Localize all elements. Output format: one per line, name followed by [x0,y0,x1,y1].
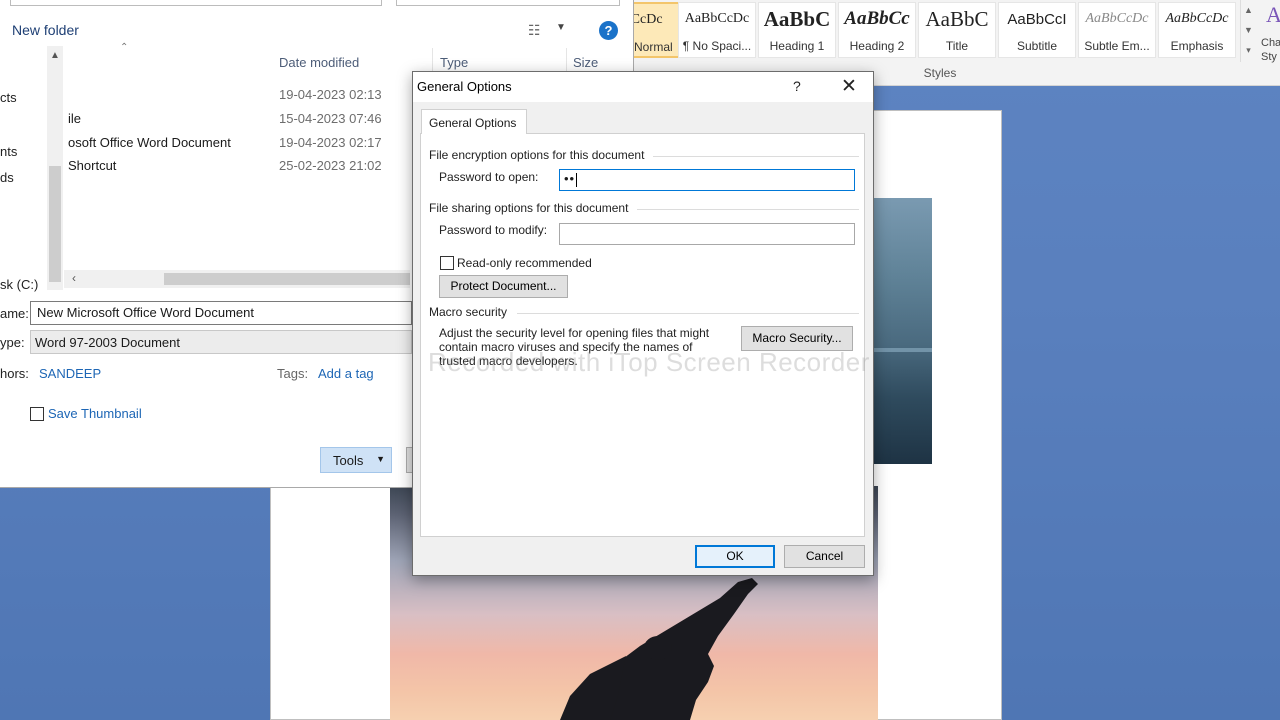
style-heading-2[interactable]: AaBbCc Heading 2 [838,2,916,58]
dialog-title: General Options [417,79,512,94]
chevron-down-icon[interactable]: ▼ [556,22,566,33]
style-title[interactable]: AaBbC Title [918,2,996,58]
column-type[interactable]: Type [440,55,468,70]
tab-general-options[interactable]: General Options [421,109,527,134]
group-divider [517,313,859,314]
password-modify-label: Password to modify: [439,223,548,237]
file-name: Shortcut [68,158,117,173]
nav-item-local-disk[interactable]: sk (C:) [0,277,38,292]
tags-label: Tags: [277,366,309,381]
file-name: osoft Office Word Document [68,135,231,150]
file-date: 19-04-2023 02:13 [279,87,382,102]
scrollbar-thumb[interactable] [164,273,410,285]
change-styles-button[interactable]: Cha Sty [1261,36,1280,102]
password-open-value: •• [564,171,576,186]
sharing-group-title: File sharing options for this document [429,201,629,215]
chevron-up-icon[interactable]: ▲ [1241,0,1256,20]
cancel-button[interactable]: Cancel [784,545,865,568]
change-styles-icon[interactable]: A [1266,2,1280,28]
authors-label: hors: [0,366,29,381]
scrollbar-thumb[interactable] [49,166,61,282]
save-type-select[interactable]: Word 97-2003 Document [30,330,412,354]
save-type-label: ype: [0,335,25,350]
help-icon[interactable]: ? [599,21,618,40]
style-heading-1[interactable]: AaBbC Heading 1 [758,2,836,58]
file-date: 15-04-2023 07:46 [279,111,382,126]
chevron-down-icon[interactable]: ▼ [1241,20,1256,40]
macro-group-title: Macro security [429,305,508,319]
tags-input[interactable]: Add a tag [318,366,374,381]
tools-button[interactable]: Tools ▼ [320,447,392,473]
style-subtle-emphasis[interactable]: AaBbCcDc Subtle Em... [1078,2,1156,58]
save-thumbnail-label[interactable]: Save Thumbnail [48,406,142,421]
group-divider [653,156,859,157]
password-modify-input[interactable] [559,223,855,245]
macro-description: Adjust the security level for opening fi… [439,326,710,368]
read-only-checkbox[interactable] [440,256,454,270]
style-no-spacing[interactable]: AaBbCcDc ¶ No Spaci... [678,2,756,58]
sort-arrow-icon: ⌃ [120,42,129,53]
column-date-modified[interactable]: Date modified [279,55,359,70]
nav-item-objects[interactable]: cts [0,90,17,105]
file-name-input[interactable]: New Microsoft Office Word Document [30,301,412,325]
styles-gallery-scroll[interactable]: ▲ ▼ ▾ [1240,0,1256,62]
encryption-group-title: File encryption options for this documen… [429,148,645,162]
nav-item-downloads[interactable]: ds [0,170,14,185]
text-caret [576,172,578,187]
chevron-up-icon[interactable]: ▲ [47,50,63,61]
nav-item-documents[interactable]: nts [0,144,17,159]
ok-button[interactable]: OK [695,545,775,568]
protect-document-button[interactable]: Protect Document... [439,275,568,298]
group-divider [637,209,859,210]
address-bar[interactable] [10,0,382,6]
chevron-down-icon: ▼ [376,454,385,464]
column-divider[interactable] [432,48,433,72]
close-icon[interactable]: ✕ [841,75,857,98]
authors-value[interactable]: SANDEEP [39,366,101,381]
file-date: 25-02-2023 21:02 [279,158,382,173]
sea-photo [874,198,932,464]
password-open-input[interactable]: •• [559,169,855,191]
macro-security-button[interactable]: Macro Security... [741,326,853,351]
view-options-icon[interactable]: ☷ [528,22,548,38]
password-open-label: Password to open: [439,170,539,184]
column-size[interactable]: Size [573,55,598,70]
style-emphasis[interactable]: AaBbCcDc Emphasis [1158,2,1236,58]
tools-label: Tools [333,453,364,468]
new-folder-button[interactable]: New folder [12,22,79,38]
file-date: 19-04-2023 02:17 [279,135,382,150]
chevron-left-icon[interactable]: ‹ [72,271,76,285]
help-icon[interactable]: ? [793,78,801,94]
sea-horizon [874,348,932,352]
general-options-dialog: General Options ? ✕ General Options File… [412,71,874,576]
nav-scrollbar[interactable]: ▲ [47,46,63,290]
column-divider[interactable] [566,48,567,72]
more-styles-icon[interactable]: ▾ [1241,40,1256,60]
save-thumbnail-checkbox[interactable] [30,407,44,421]
file-list-scrollbar[interactable]: ‹ [64,270,410,288]
read-only-label[interactable]: Read-only recommended [457,256,592,270]
file-name-label: ame: [0,306,29,321]
style-subtitle[interactable]: AaBbCcI Subtitle [998,2,1076,58]
search-box[interactable] [396,0,620,6]
file-name: ile [68,111,82,126]
